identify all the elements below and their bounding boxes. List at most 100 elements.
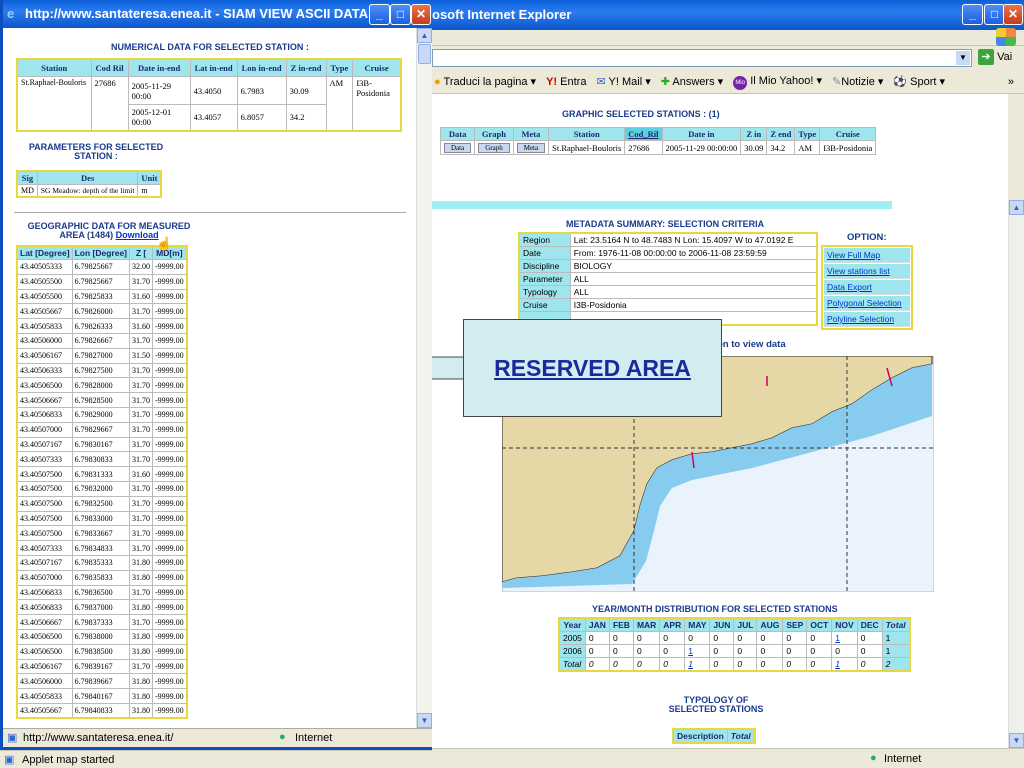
ym-link-cell[interactable]: 1 bbox=[831, 657, 858, 672]
geo-cell: 43.40507000 bbox=[16, 569, 73, 586]
geo-cell: 43.40506667 bbox=[16, 614, 73, 630]
links-item-entra[interactable]: Y! Entra bbox=[546, 76, 586, 88]
geo-row: 43.40507167 6.79835333 31.80 -9999.00 bbox=[16, 554, 188, 571]
links-item-sport[interactable]: ⚽ Sport ▾ bbox=[893, 75, 945, 88]
geo-cell: 31.70 bbox=[129, 451, 154, 468]
geo-cell: 43.40506500 bbox=[16, 628, 73, 645]
option-link[interactable]: Polyline Selection bbox=[824, 312, 910, 327]
geo-row: 43.40507000 6.79829667 31.70 -9999.00 bbox=[16, 421, 188, 438]
geo-cell: 43.40506833 bbox=[16, 406, 73, 423]
option-link[interactable]: View Full Map bbox=[824, 248, 910, 263]
geo-row: 43.40507500 6.79832000 31.70 -9999.00 bbox=[16, 480, 188, 497]
ym-cell: 0 bbox=[608, 644, 634, 658]
links-item-translate[interactable]: ● Traduci la pagina ▾ bbox=[434, 75, 536, 88]
ym-link-cell[interactable]: 1 bbox=[684, 657, 711, 672]
geo-cell: 43.40506667 bbox=[16, 392, 73, 408]
section-divider bbox=[14, 212, 406, 213]
geo-row: 43.40506667 6.79828500 31.70 -9999.00 bbox=[16, 392, 188, 408]
geo-row: 43.40505667 6.79840833 31.80 -9999.00 bbox=[16, 702, 188, 719]
option-heading: OPTION: bbox=[847, 232, 887, 243]
geo-cell: 31.70 bbox=[129, 480, 154, 497]
hand-cursor-icon: ☝ bbox=[156, 236, 173, 251]
scroll-down-icon[interactable]: ▼ bbox=[1009, 733, 1024, 748]
geo-row: 43.40506333 6.79827500 31.70 -9999.00 bbox=[16, 362, 188, 379]
geo-cell: 6.79832500 bbox=[71, 495, 131, 512]
ym-cell: 0 bbox=[756, 631, 784, 645]
data-button[interactable]: Data bbox=[444, 143, 472, 153]
geo-cell: -9999.00 bbox=[152, 495, 188, 512]
ym-link-cell[interactable]: 1 bbox=[831, 631, 858, 645]
links-item-mail[interactable]: ✉ Y! Mail ▾ bbox=[596, 75, 650, 88]
ym-cell: 0 bbox=[659, 657, 686, 672]
dropdown-icon[interactable]: ▼ bbox=[956, 51, 970, 65]
options-box: View Full Map View stations list Data Expo… bbox=[821, 245, 913, 330]
geo-cell: 31.70 bbox=[129, 510, 154, 527]
option-link[interactable]: Data Export bbox=[824, 280, 910, 295]
geo-cell: 31.80 bbox=[129, 673, 154, 690]
ym-cell: 0 bbox=[733, 657, 758, 672]
popup-close-button[interactable]: ✕ bbox=[411, 4, 431, 25]
gs-station: St.Raphael-Bouloris bbox=[548, 140, 626, 155]
option-link[interactable]: View stations list bbox=[824, 264, 910, 279]
popup-scroll-up-icon[interactable]: ▲ bbox=[417, 28, 432, 43]
geo-cell: 6.79840167 bbox=[71, 688, 131, 704]
ym-cell: 0 bbox=[806, 644, 833, 658]
links-item-myyahoo[interactable]: Mio Il Mio Yahoo! ▾ bbox=[733, 74, 822, 90]
graph-button[interactable]: Graph bbox=[478, 143, 510, 153]
geo-cell: 31.70 bbox=[129, 273, 154, 290]
ym-cell: Total bbox=[558, 657, 586, 672]
geo-cell: 31.80 bbox=[129, 643, 154, 660]
geo-cell: 6.79827000 bbox=[71, 347, 131, 364]
popup-scroll-down-icon[interactable]: ▼ bbox=[417, 713, 432, 728]
ym-link-cell[interactable]: 1 bbox=[684, 644, 711, 658]
popup-minimize-button[interactable]: _ bbox=[369, 4, 390, 25]
go-button[interactable]: ➔ Vai bbox=[978, 49, 1018, 67]
back-maximize-button[interactable]: □ bbox=[984, 4, 1005, 25]
back-page-content: GRAPHIC SELECTED STATIONS : (1) Data Grap… bbox=[432, 94, 1008, 748]
ym-row: 2006 0 0 0 0 1 0 0 0 0 0 0 0 1 bbox=[558, 644, 911, 658]
reserved-area-link[interactable]: RESERVED AREA bbox=[463, 319, 722, 417]
geo-cell: 6.79837333 bbox=[71, 614, 131, 630]
translate-icon: ● bbox=[434, 76, 441, 88]
links-item-news[interactable]: ✎Notizie ▾ bbox=[832, 75, 883, 88]
metadata-table: Region Lat: 23.5164 N to 48.7483 N Lon: 1… bbox=[518, 232, 818, 326]
scroll-up-icon[interactable]: ▲ bbox=[1009, 200, 1024, 215]
geo-cell: 31.70 bbox=[129, 658, 154, 675]
num-lat-1: 43.4057 bbox=[189, 104, 238, 131]
back-minimize-button[interactable]: _ bbox=[962, 4, 983, 25]
metadata-key: Cruise bbox=[518, 298, 571, 312]
ym-col-header: NOV bbox=[831, 617, 858, 632]
geo-cell: 32.00 bbox=[129, 259, 154, 275]
numerical-table: Station Cod Ril Date in-end Lat in-end Lon i… bbox=[16, 58, 402, 132]
param-col-header: Sig bbox=[16, 170, 38, 185]
back-address-input[interactable]: ▼ bbox=[432, 49, 972, 67]
meta-button[interactable]: Meta bbox=[516, 143, 546, 153]
num-col-header: Type bbox=[325, 58, 354, 77]
ym-cell: 1 bbox=[881, 631, 911, 645]
geo-row: 43.40506500 6.79838500 31.80 -9999.00 bbox=[16, 643, 188, 660]
globe-icon: ● bbox=[870, 752, 877, 764]
download-link[interactable]: Download bbox=[116, 230, 159, 240]
popup-scroll-thumb[interactable] bbox=[418, 44, 431, 64]
gs-col-header: Z in bbox=[740, 127, 768, 141]
ym-cell: 0 bbox=[608, 657, 634, 672]
popup-status-zone: Internet bbox=[295, 732, 333, 744]
geo-cell: -9999.00 bbox=[152, 362, 188, 379]
gs-cruise: I3B-Posidonia bbox=[819, 140, 877, 155]
popup-maximize-button[interactable]: □ bbox=[390, 4, 411, 25]
geo-cell: 6.79825667 bbox=[71, 273, 131, 290]
geo-cell: 43.40506000 bbox=[16, 673, 73, 690]
links-item-answers[interactable]: ✚ Answers ▾ bbox=[661, 75, 723, 88]
geo-row: 43.40506833 6.79829000 31.70 -9999.00 bbox=[16, 406, 188, 423]
graphic-selected-heading: GRAPHIC SELECTED STATIONS : (1) bbox=[562, 109, 720, 119]
option-link[interactable]: Polygonal Selection bbox=[824, 296, 910, 311]
back-close-button[interactable]: ✕ bbox=[1003, 4, 1023, 25]
back-scrollbar[interactable]: ▲ ▼ bbox=[1008, 200, 1024, 748]
ym-col-header: JAN bbox=[584, 617, 610, 632]
sport-icon: ⚽ bbox=[893, 76, 908, 88]
param-col-header: Des bbox=[36, 170, 139, 185]
popup-scrollbar[interactable]: ▲ ▼ bbox=[416, 28, 432, 728]
geo-cell: 31.70 bbox=[129, 406, 154, 423]
geo-cell: 6.79830167 bbox=[71, 436, 131, 453]
links-more-chevron-icon[interactable]: » bbox=[1008, 76, 1014, 88]
